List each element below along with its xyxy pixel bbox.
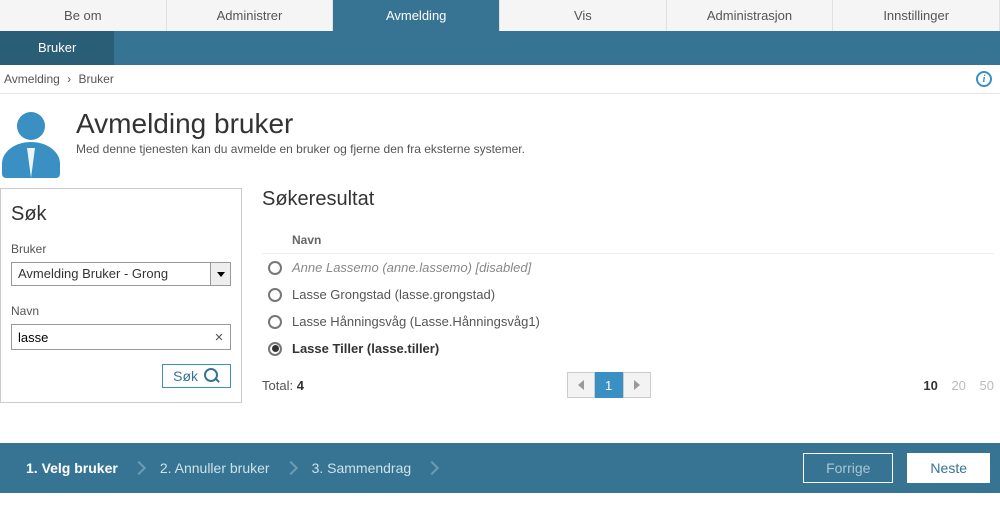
pager: 1 (304, 372, 913, 398)
radio-icon-selected[interactable] (268, 342, 282, 356)
search-button-label: Søk (173, 368, 198, 384)
result-row[interactable]: Lasse Hånningsvåg (Lasse.Hånningsvåg1) (262, 308, 994, 335)
top-nav-item[interactable]: Vis (500, 0, 667, 31)
user-select-label: Bruker (11, 242, 231, 256)
wizard-step-active[interactable]: 1. Velg bruker (10, 460, 134, 476)
clear-icon[interactable]: × (208, 329, 230, 346)
user-large-icon (2, 108, 60, 178)
result-label: Lasse Grongstad (lasse.grongstad) (292, 287, 495, 302)
name-input[interactable] (12, 327, 208, 348)
breadcrumb-root[interactable]: Avmelding (4, 72, 60, 86)
page-size-option[interactable]: 20 (951, 378, 965, 393)
pager-prev-button[interactable] (567, 372, 595, 398)
results-footer: Total: 4 1 10 20 50 (262, 372, 994, 398)
page-header: Avmelding bruker Med denne tjenesten kan… (0, 94, 1000, 188)
top-nav-item[interactable]: Innstillinger (833, 0, 1000, 31)
total-value: 4 (297, 378, 304, 393)
radio-icon[interactable] (268, 288, 282, 302)
page-title: Avmelding bruker (76, 108, 525, 140)
user-select[interactable]: Avmelding Bruker - Grong (11, 262, 231, 286)
wizard-step[interactable]: 3. Sammendrag (296, 460, 428, 476)
name-input-wrap: × (11, 324, 231, 350)
sub-nav-item[interactable]: Bruker (0, 31, 114, 65)
results-heading: Søkeresultat (262, 188, 994, 211)
breadcrumb-current: Bruker (79, 72, 114, 86)
info-icon[interactable]: i (976, 71, 992, 87)
pager-page-current[interactable]: 1 (595, 372, 623, 398)
chevron-down-icon[interactable] (210, 263, 230, 285)
page-size-selector: 10 20 50 (913, 378, 994, 393)
page-subtitle: Med denne tjenesten kan du avmelde en br… (76, 142, 525, 156)
wizard-step[interactable]: 2. Annuller bruker (144, 460, 286, 476)
result-label: Lasse Tiller (lasse.tiller) (292, 341, 439, 356)
top-nav: Be om Administrer Avmelding Vis Administ… (0, 0, 1000, 31)
breadcrumb-separator: › (67, 72, 71, 86)
search-heading: Søk (11, 203, 231, 226)
top-nav-item[interactable]: Administrasjon (667, 0, 834, 31)
result-label: Lasse Hånningsvåg (Lasse.Hånningsvåg1) (292, 314, 540, 329)
top-nav-item[interactable]: Be om (0, 0, 167, 31)
wizard-steps: 1. Velg bruker 2. Annuller bruker 3. Sam… (10, 460, 437, 476)
result-row-selected[interactable]: Lasse Tiller (lasse.tiller) (262, 335, 994, 362)
results-total: Total: 4 (262, 378, 304, 393)
result-row[interactable]: Lasse Grongstad (lasse.grongstad) (262, 281, 994, 308)
pager-next-button[interactable] (623, 372, 651, 398)
radio-icon[interactable] (268, 261, 282, 275)
user-select-value: Avmelding Bruker - Grong (12, 263, 210, 285)
breadcrumb: Avmelding › Bruker i (0, 65, 1000, 94)
top-nav-item[interactable]: Administrer (167, 0, 334, 31)
wizard-prev-button[interactable]: Forrige (803, 453, 893, 483)
chevron-right-icon (634, 378, 640, 393)
results-panel: Søkeresultat Navn Anne Lassemo (anne.las… (262, 188, 1000, 398)
result-row[interactable]: Anne Lassemo (anne.lassemo) [disabled] (262, 254, 994, 281)
results-body: Anne Lassemo (anne.lassemo) [disabled] L… (262, 254, 994, 362)
page-size-option[interactable]: 50 (980, 378, 994, 393)
results-column-header: Navn (262, 233, 994, 254)
search-button[interactable]: Søk (162, 364, 231, 388)
radio-icon[interactable] (268, 315, 282, 329)
page-size-option[interactable]: 10 (923, 378, 937, 393)
wizard-next-button[interactable]: Neste (907, 453, 990, 483)
name-input-label: Navn (11, 304, 231, 318)
chevron-left-icon (578, 378, 584, 393)
search-icon (204, 368, 220, 384)
wizard-bar: 1. Velg bruker 2. Annuller bruker 3. Sam… (0, 443, 1000, 493)
top-nav-item-active[interactable]: Avmelding (333, 0, 500, 31)
search-panel: Søk Bruker Avmelding Bruker - Grong Navn… (0, 188, 242, 403)
result-label: Anne Lassemo (anne.lassemo) [disabled] (292, 260, 531, 275)
sub-nav: Bruker (0, 31, 1000, 65)
chevron-right-icon (425, 461, 439, 475)
content: Søk Bruker Avmelding Bruker - Grong Navn… (0, 188, 1000, 443)
total-label: Total: (262, 378, 293, 393)
